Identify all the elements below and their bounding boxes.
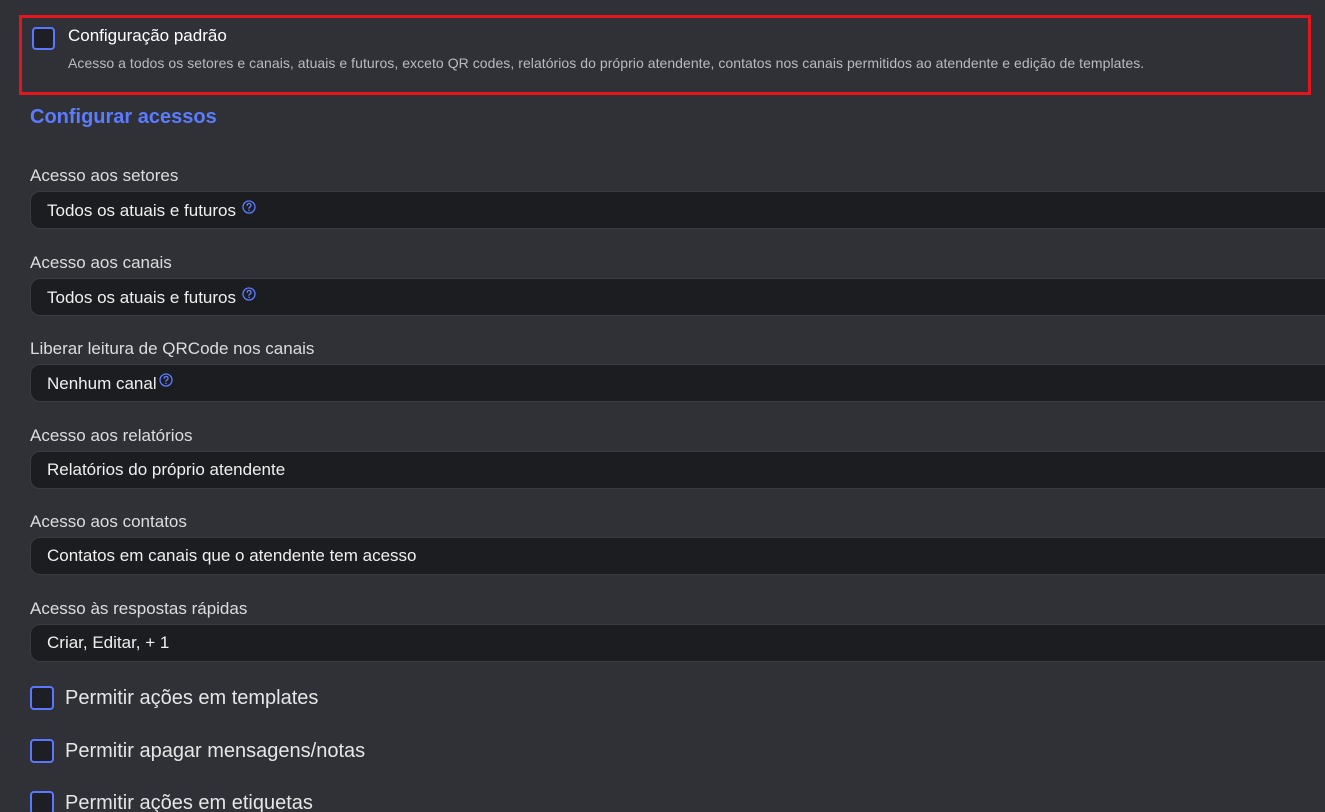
reports-select[interactable]: Relatórios do próprio atendente — [30, 451, 1325, 489]
permission-delete-messages-checkbox[interactable] — [30, 739, 54, 763]
help-circle-icon[interactable] — [242, 200, 256, 214]
permission-templates-checkbox[interactable] — [30, 686, 54, 710]
channels-select[interactable]: Todos os atuais e futuros — [30, 278, 1325, 316]
permission-templates-label: Permitir ações em templates — [65, 687, 319, 709]
channels-value: Todos os atuais e futuros — [47, 288, 237, 307]
qrcode-select[interactable]: Nenhum canal — [30, 364, 1325, 402]
quick-replies-select[interactable]: Criar, Editar, + 1 — [30, 624, 1325, 662]
contacts-value: Contatos em canais que o atendente tem a… — [47, 546, 417, 565]
permission-delete-messages-label: Permitir apagar mensagens/notas — [65, 740, 366, 762]
access-config-page: Configuração padrão Acesso a todos os se… — [0, 0, 1325, 812]
permission-tags-label: Permitir ações em etiquetas — [65, 792, 313, 812]
help-circle-icon[interactable] — [158, 373, 173, 387]
quick-replies-value: Criar, Editar, + 1 — [47, 633, 170, 652]
default-config-option: Configuração padrão Acesso a todos os se… — [19, 15, 1311, 95]
default-config-description: Acesso a todos os setores e canais, atua… — [68, 55, 1145, 71]
qrcode-value-wrap: Nenhum canal — [47, 373, 173, 394]
sectors-value-wrap: Todos os atuais e futuros — [47, 200, 256, 221]
default-config-checkbox[interactable] — [32, 27, 55, 50]
permission-tags-checkbox[interactable] — [30, 791, 54, 812]
channels-value-wrap: Todos os atuais e futuros — [47, 287, 256, 308]
qrcode-value: Nenhum canal — [47, 374, 157, 393]
help-circle-icon[interactable] — [242, 287, 256, 301]
field-label-contacts: Acesso aos contatos — [30, 512, 187, 531]
field-label-quick-replies: Acesso às respostas rápidas — [30, 599, 248, 618]
field-label-channels: Acesso aos canais — [30, 253, 172, 272]
section-title: Configurar acessos — [30, 106, 217, 128]
sectors-value: Todos os atuais e futuros — [47, 201, 237, 220]
sectors-select[interactable]: Todos os atuais e futuros — [30, 191, 1325, 229]
field-label-qrcode: Liberar leitura de QRCode nos canais — [30, 339, 315, 358]
default-config-title: Configuração padrão — [68, 26, 227, 45]
field-label-sectors: Acesso aos setores — [30, 166, 179, 185]
field-label-reports: Acesso aos relatórios — [30, 426, 193, 445]
contacts-select[interactable]: Contatos em canais que o atendente tem a… — [30, 537, 1325, 575]
reports-value: Relatórios do próprio atendente — [47, 460, 286, 479]
